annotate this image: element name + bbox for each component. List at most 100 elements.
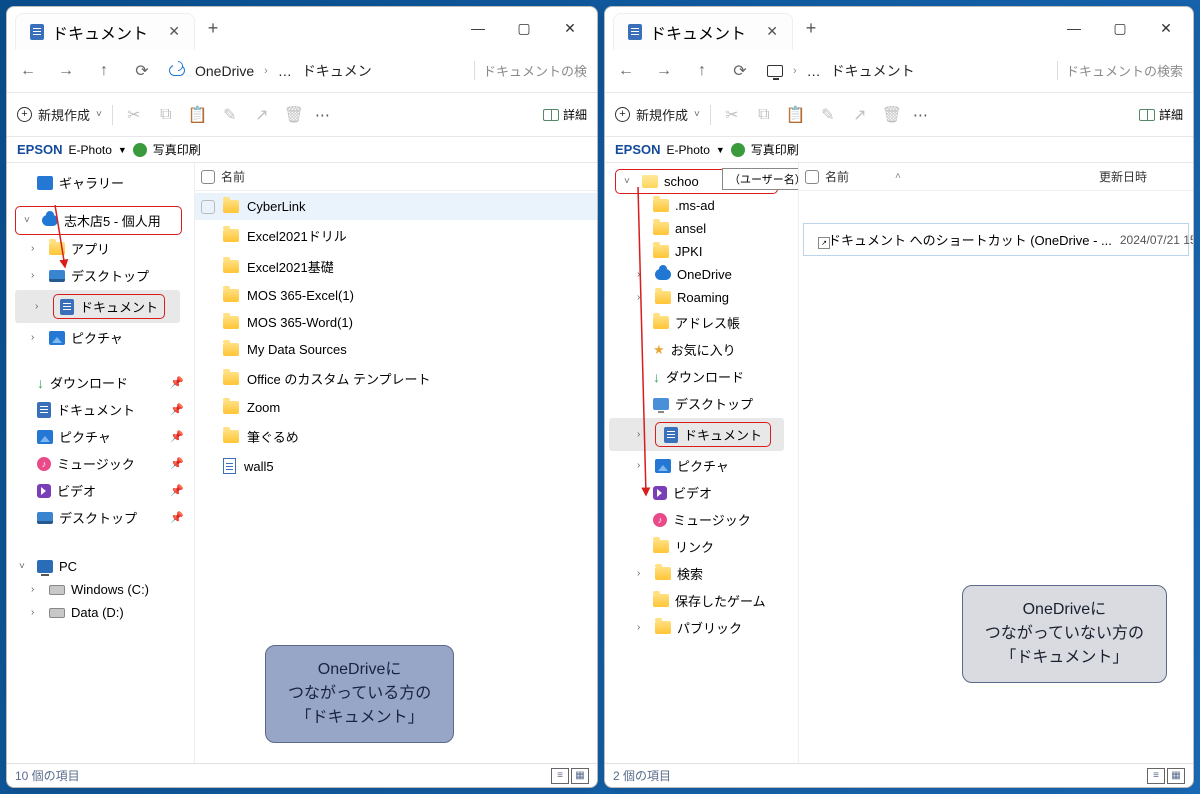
epson-app[interactable]: E-Photo xyxy=(69,143,112,157)
sidebar-desktop[interactable]: ›デスクトップ xyxy=(11,262,194,289)
search-input[interactable]: ドキュメントの検索 xyxy=(1057,61,1183,80)
maximize-button[interactable]: ▢ xyxy=(1097,9,1143,47)
view-details-button[interactable]: ≡ xyxy=(551,768,569,784)
sidebar-gallery[interactable]: ギャラリー xyxy=(11,169,194,196)
cut-icon[interactable]: ✂ xyxy=(123,105,145,125)
sidebar-music[interactable]: ♪ミュージック xyxy=(609,506,798,533)
refresh-button[interactable]: ⟳ xyxy=(131,61,153,81)
search-input[interactable]: ドキュメントの検 xyxy=(474,61,587,80)
up-button[interactable]: ↑ xyxy=(691,62,713,80)
sidebar-desktop-2[interactable]: デスクトップ📌 xyxy=(11,504,194,531)
view-icons-button[interactable]: ▦ xyxy=(1167,768,1185,784)
file-row[interactable]: Zoom xyxy=(195,394,597,421)
sidebar-pc[interactable]: ˅PC xyxy=(11,555,194,578)
delete-icon[interactable]: 🗑 xyxy=(283,105,305,125)
sidebar-addressbook[interactable]: アドレス帳 xyxy=(609,309,798,336)
select-all-checkbox[interactable] xyxy=(201,170,215,184)
epson-app[interactable]: E-Photo xyxy=(667,143,710,157)
file-row[interactable]: wall5 xyxy=(195,452,597,480)
sidebar-pictures[interactable]: ›ピクチャ xyxy=(11,324,194,351)
more-button[interactable]: ⋯ xyxy=(315,106,331,124)
delete-icon[interactable]: 🗑 xyxy=(881,105,903,125)
col-name[interactable]: 名前 xyxy=(825,168,849,185)
details-toggle[interactable]: 詳細 xyxy=(1139,106,1183,123)
close-tab-icon[interactable]: ✕ xyxy=(766,23,778,40)
close-button[interactable]: ✕ xyxy=(547,9,593,47)
crumb-leaf[interactable]: ドキュメント xyxy=(831,61,915,81)
sidebar-desktop[interactable]: デスクトップ xyxy=(609,390,798,417)
minimize-button[interactable]: — xyxy=(1051,9,1097,47)
maximize-button[interactable]: ▢ xyxy=(501,9,547,47)
new-tab-button[interactable]: + xyxy=(195,18,231,39)
forward-button[interactable]: → xyxy=(653,62,675,80)
share-icon[interactable]: ↗ xyxy=(251,105,273,125)
file-row[interactable]: My Data Sources xyxy=(195,336,597,363)
minimize-button[interactable]: — xyxy=(455,9,501,47)
cut-icon[interactable]: ✂ xyxy=(721,105,743,125)
back-button[interactable]: ← xyxy=(615,62,637,80)
sidebar-onedrive-personal[interactable]: ˅志木店5 - 個人用 xyxy=(15,206,182,235)
copy-icon[interactable]: ⧉ xyxy=(155,106,177,124)
sidebar-roaming[interactable]: ›Roaming xyxy=(609,286,798,309)
close-tab-icon[interactable]: ✕ xyxy=(168,23,180,40)
new-button[interactable]: +新規作成˅ xyxy=(615,105,700,124)
sidebar-documents-2[interactable]: ドキュメント📌 xyxy=(11,396,194,423)
sidebar-onedrive[interactable]: ›OneDrive xyxy=(609,263,798,286)
sidebar-links[interactable]: リンク xyxy=(609,533,798,560)
more-button[interactable]: ⋯ xyxy=(913,106,929,124)
forward-button[interactable]: → xyxy=(55,62,77,80)
sidebar-public[interactable]: ›パブリック xyxy=(609,614,798,641)
epson-print[interactable]: 写真印刷 xyxy=(153,141,201,158)
file-row[interactable]: Office のカスタム テンプレート xyxy=(195,363,597,394)
refresh-button[interactable]: ⟳ xyxy=(729,61,751,81)
new-button[interactable]: +新規作成˅ xyxy=(17,105,102,124)
rename-icon[interactable]: ✎ xyxy=(817,105,839,125)
share-icon[interactable]: ↗ xyxy=(849,105,871,125)
sidebar-pictures[interactable]: ›ピクチャ xyxy=(609,452,798,479)
select-all-checkbox[interactable] xyxy=(805,170,819,184)
sidebar-saved-games[interactable]: 保存したゲーム xyxy=(609,587,798,614)
file-row[interactable]: ドキュメント へのショートカット (OneDrive - ... 2024/07… xyxy=(803,223,1189,256)
paste-icon[interactable]: 📋 xyxy=(785,105,807,125)
file-row[interactable]: 筆ぐるめ xyxy=(195,421,597,452)
sidebar-jpki[interactable]: JPKI xyxy=(609,240,798,263)
sidebar-downloads[interactable]: ↓ダウンロード xyxy=(609,363,798,390)
rename-icon[interactable]: ✎ xyxy=(219,105,241,125)
crumb-ellipsis[interactable]: … xyxy=(807,63,821,79)
new-tab-button[interactable]: + xyxy=(793,18,829,39)
sidebar-music[interactable]: ♪ミュージック📌 xyxy=(11,450,194,477)
file-row[interactable]: CyberLink xyxy=(195,193,597,220)
col-date[interactable]: 更新日時 xyxy=(1099,168,1147,185)
crumb-ellipsis[interactable]: … xyxy=(278,63,292,79)
close-button[interactable]: ✕ xyxy=(1143,9,1189,47)
file-row[interactable]: Excel2021基礎 xyxy=(195,251,597,282)
view-icons-button[interactable]: ▦ xyxy=(571,768,589,784)
file-row[interactable]: MOS 365-Excel(1) xyxy=(195,282,597,309)
sidebar-downloads[interactable]: ↓ダウンロード📌 xyxy=(11,369,194,396)
tab[interactable]: ドキュメント ✕ xyxy=(613,13,793,50)
breadcrumb[interactable]: OneDrive › … ドキュメン xyxy=(169,61,458,81)
sidebar-cdrive[interactable]: ›Windows (C:) xyxy=(11,578,194,601)
sidebar-ansel[interactable]: ansel xyxy=(609,217,798,240)
file-row[interactable]: MOS 365-Word(1) xyxy=(195,309,597,336)
sidebar-video[interactable]: ビデオ📌 xyxy=(11,477,194,504)
view-details-button[interactable]: ≡ xyxy=(1147,768,1165,784)
sidebar-search[interactable]: ›検索 xyxy=(609,560,798,587)
details-toggle[interactable]: 詳細 xyxy=(543,106,587,123)
sidebar-user-folder[interactable]: ˅schoo（ユーザー名） xyxy=(615,169,778,194)
crumb-leaf[interactable]: ドキュメン xyxy=(302,61,372,81)
epson-print[interactable]: 写真印刷 xyxy=(751,141,799,158)
crumb-root[interactable]: OneDrive xyxy=(195,63,254,79)
sidebar-pictures-2[interactable]: ピクチャ📌 xyxy=(11,423,194,450)
sidebar-ddrive[interactable]: ›Data (D:) xyxy=(11,601,194,624)
sidebar-video[interactable]: ビデオ xyxy=(609,479,798,506)
sidebar-documents[interactable]: ›ドキュメント xyxy=(609,418,784,451)
copy-icon[interactable]: ⧉ xyxy=(753,106,775,124)
sidebar-apps[interactable]: ›アプリ xyxy=(11,235,194,262)
col-name[interactable]: 名前 xyxy=(221,168,245,185)
sidebar-documents[interactable]: ›ドキュメント xyxy=(15,290,180,323)
breadcrumb[interactable]: › … ドキュメント xyxy=(767,61,1041,81)
row-checkbox[interactable] xyxy=(201,200,215,214)
sidebar-favorites[interactable]: ★お気に入り xyxy=(609,336,798,363)
tab[interactable]: ドキュメント ✕ xyxy=(15,13,195,50)
